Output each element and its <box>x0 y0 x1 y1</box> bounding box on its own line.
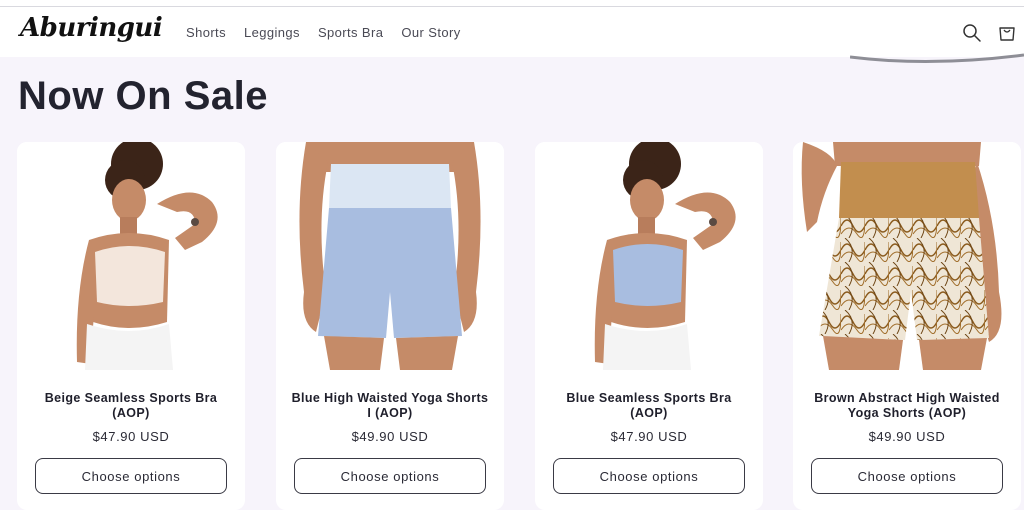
product-image-blue-bra[interactable] <box>535 142 763 370</box>
search-icon[interactable] <box>962 23 982 43</box>
page-title: Now On Sale <box>18 74 268 118</box>
product-title[interactable]: Brown Abstract High Waisted Yoga Shorts … <box>807 391 1007 421</box>
product-price: $49.90 USD <box>351 429 429 444</box>
product-price: $49.90 USD <box>868 429 946 444</box>
nav-item-shorts[interactable]: Shorts <box>186 25 226 40</box>
product-title[interactable]: Blue Seamless Sports Bra (AOP) <box>549 391 749 421</box>
brand-logo[interactable]: Aburingui <box>20 13 163 43</box>
product-card[interactable]: Brown Abstract High Waisted Yoga Shorts … <box>793 142 1021 510</box>
header-swoosh-decoration <box>850 53 1024 64</box>
product-card[interactable]: Beige Seamless Sports Bra (AOP) $47.90 U… <box>17 142 245 510</box>
nav-item-sports-bra[interactable]: Sports Bra <box>318 25 383 40</box>
top-border <box>0 0 1024 7</box>
product-image-brown-shorts[interactable] <box>793 142 1021 370</box>
product-price: $47.90 USD <box>610 429 688 444</box>
cart-icon[interactable] <box>997 23 1017 43</box>
site-header: Aburingui Shorts Leggings Sports Bra Our… <box>0 7 1024 57</box>
product-price: $47.90 USD <box>92 429 170 444</box>
product-image-blue-shorts[interactable] <box>276 142 504 370</box>
choose-options-button[interactable]: Choose options <box>294 458 486 494</box>
product-title[interactable]: Beige Seamless Sports Bra (AOP) <box>31 391 231 421</box>
choose-options-button[interactable]: Choose options <box>35 458 227 494</box>
product-card[interactable]: Blue Seamless Sports Bra (AOP) $47.90 US… <box>535 142 763 510</box>
nav-item-our-story[interactable]: Our Story <box>401 25 460 40</box>
nav-item-leggings[interactable]: Leggings <box>244 25 300 40</box>
main-nav: Shorts Leggings Sports Bra Our Story <box>186 25 479 40</box>
choose-options-button[interactable]: Choose options <box>811 458 1003 494</box>
choose-options-button[interactable]: Choose options <box>553 458 745 494</box>
product-card[interactable]: Blue High Waisted Yoga Shorts I (AOP) $4… <box>276 142 504 510</box>
product-image-beige-bra[interactable] <box>17 142 245 370</box>
product-title[interactable]: Blue High Waisted Yoga Shorts I (AOP) <box>290 391 490 421</box>
